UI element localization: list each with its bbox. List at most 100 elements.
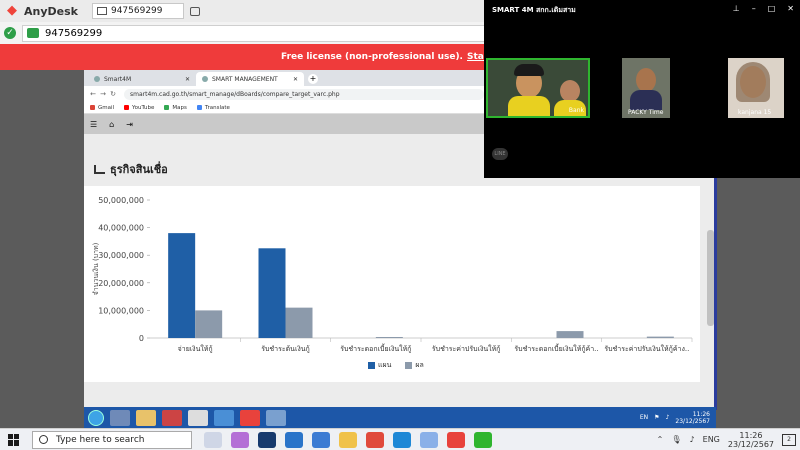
bookmark-translate[interactable]: Translate: [196, 105, 230, 111]
host-lang[interactable]: ENG: [703, 435, 720, 444]
bar-actual: [646, 336, 674, 338]
close-tab-icon[interactable]: ✕: [185, 76, 190, 83]
remote-tray: EN ⚑ ♪ 11:26 23/12/2567: [640, 411, 710, 425]
back-icon[interactable]: ←: [88, 90, 98, 98]
remote-app-icon[interactable]: [214, 409, 234, 426]
exit-icon[interactable]: ⇥: [126, 120, 133, 129]
y-tick-label: 20,000,000: [98, 279, 144, 288]
participant-hair: [736, 62, 770, 102]
taskbar-search-input[interactable]: Type here to search: [32, 430, 192, 449]
youtube-icon: [124, 105, 130, 110]
remote-chrome-icon[interactable]: [188, 409, 208, 426]
legend-item-actual[interactable]: ผล: [405, 360, 424, 371]
tab-label: SMART MANAGEMENT: [212, 75, 278, 83]
section-title: ธุรกิจสินเชื่อ: [94, 160, 168, 178]
participant-name: PACKY Time: [628, 109, 664, 116]
microphone-icon[interactable]: 🎙: [671, 435, 681, 444]
host-date: 23/12/2567: [727, 439, 774, 449]
participant-tile-packy[interactable]: PACKY Time: [622, 58, 670, 118]
participant-name: kanjana 15: [738, 109, 772, 116]
bookmark-maps[interactable]: Maps: [164, 105, 187, 111]
volume-icon[interactable]: ♪: [666, 414, 670, 421]
participant-shirt: [630, 90, 662, 110]
window-edge: [714, 178, 717, 410]
host-clock[interactable]: 11:26 23/12/2567: [728, 431, 774, 449]
copilot-icon[interactable]: [231, 431, 249, 448]
bookmark-youtube[interactable]: YouTube: [124, 105, 154, 111]
y-tick-label: 50,000,000: [98, 196, 144, 205]
globe-icon: [94, 76, 100, 82]
minimize-icon[interactable]: –: [752, 4, 756, 13]
chat-icon[interactable]: [189, 6, 200, 16]
x-tick-label: รับชำระค่าปรับเงินให้กู้ค้าง..: [604, 344, 689, 353]
remote-folder-icon[interactable]: [136, 409, 156, 426]
participant-tile-bank[interactable]: Bank: [486, 58, 590, 118]
anydesk-icon[interactable]: [447, 431, 465, 448]
remote-desk-icon: [27, 28, 39, 38]
remote-app2-icon[interactable]: [266, 409, 286, 426]
legend-label: แผน: [378, 361, 392, 369]
y-axis-label: จำนวนเงิน (บาท): [92, 242, 100, 295]
host-time: 11:26: [739, 430, 763, 440]
section-title-text: ธุรกิจสินเชื่อ: [110, 163, 168, 176]
flag-icon[interactable]: ⚑: [654, 414, 659, 421]
app-icon[interactable]: [420, 431, 438, 448]
bar-chart: 0 10,000,000 20,000,000 30,000,000 40,000,00…: [92, 196, 693, 353]
chrome-icon[interactable]: [366, 431, 384, 448]
menu-icon[interactable]: ☰: [90, 120, 97, 129]
notification-icon[interactable]: 2: [782, 433, 796, 446]
remote-start-icon[interactable]: [88, 409, 104, 426]
x-tick-label: รับชำระดอกเบี้ยเงินให้กู้ค้า..: [514, 342, 598, 353]
bar-actual: [375, 337, 403, 338]
edge-icon[interactable]: [393, 431, 411, 448]
tab-smart4m[interactable]: Smart4M ✕: [88, 72, 196, 86]
mail-icon[interactable]: [285, 431, 303, 448]
bookmark-gmail[interactable]: Gmail: [90, 105, 114, 111]
close-tab-icon[interactable]: ✕: [293, 76, 298, 83]
chevron-up-icon[interactable]: ⌃: [657, 435, 664, 444]
participant-hair: [514, 64, 544, 76]
remote-media-icon[interactable]: [162, 409, 182, 426]
video-window-controls: ⊥ – □ ✕: [733, 4, 794, 13]
maximize-icon[interactable]: □: [768, 4, 776, 13]
reload-icon[interactable]: ↻: [108, 90, 118, 98]
pin-icon[interactable]: ⊥: [733, 4, 740, 13]
license-banner-text: Free license (non-professional use).: [281, 52, 463, 62]
line-icon[interactable]: [474, 431, 492, 448]
y-tick-label: 30,000,000: [98, 251, 144, 260]
page-scrollbar[interactable]: [707, 230, 714, 326]
connected-check-icon: ✓: [4, 27, 16, 39]
forward-icon[interactable]: →: [98, 90, 108, 98]
host-taskbar: Type here to search ⌃ 🎙 ♪ ENG 11:26 23/1…: [0, 428, 800, 450]
participant-shirt: [508, 96, 550, 116]
close-icon[interactable]: ✕: [787, 4, 794, 13]
anydesk-session-tab[interactable]: 947569299: [91, 3, 184, 19]
bookmark-label: Gmail: [98, 104, 115, 111]
file-explorer-icon[interactable]: [339, 431, 357, 448]
remote-anydesk-icon[interactable]: [240, 409, 260, 426]
home-icon[interactable]: ⌂: [109, 120, 114, 129]
url-bar[interactable]: smart4m.cad.go.th/smart_manage/dBoards/c…: [124, 88, 484, 100]
participant-tile-kanjana[interactable]: kanjana 15: [728, 58, 784, 118]
y-tick-label: 40,000,000: [98, 224, 144, 233]
bar-plan: [258, 248, 286, 338]
search-placeholder: Type here to search: [56, 434, 145, 445]
photoshop-icon[interactable]: [258, 431, 276, 448]
remote-ie-icon[interactable]: [110, 409, 130, 426]
new-tab-icon[interactable]: +: [308, 74, 318, 84]
bar-plan: [168, 233, 196, 338]
remote-lang[interactable]: EN: [640, 414, 648, 421]
remote-address-input[interactable]: 947569299: [22, 24, 492, 42]
legend-label: ผล: [415, 361, 424, 369]
remote-clock[interactable]: 11:26 23/12/2567: [675, 411, 710, 425]
widget-icon[interactable]: [204, 431, 222, 448]
speaker-icon[interactable]: ♪: [690, 435, 695, 444]
maps-icon: [164, 105, 170, 110]
store-icon[interactable]: [312, 431, 330, 448]
remote-taskbar: EN ⚑ ♪ 11:26 23/12/2567: [84, 407, 716, 428]
windows-start-icon[interactable]: [8, 433, 20, 446]
legend-item-plan[interactable]: แผน: [368, 360, 391, 371]
anydesk-logo-icon: ◆: [7, 3, 17, 18]
tab-smart-management[interactable]: SMART MANAGEMENT ✕: [196, 72, 304, 86]
line-logo-icon: LINE: [492, 148, 508, 160]
